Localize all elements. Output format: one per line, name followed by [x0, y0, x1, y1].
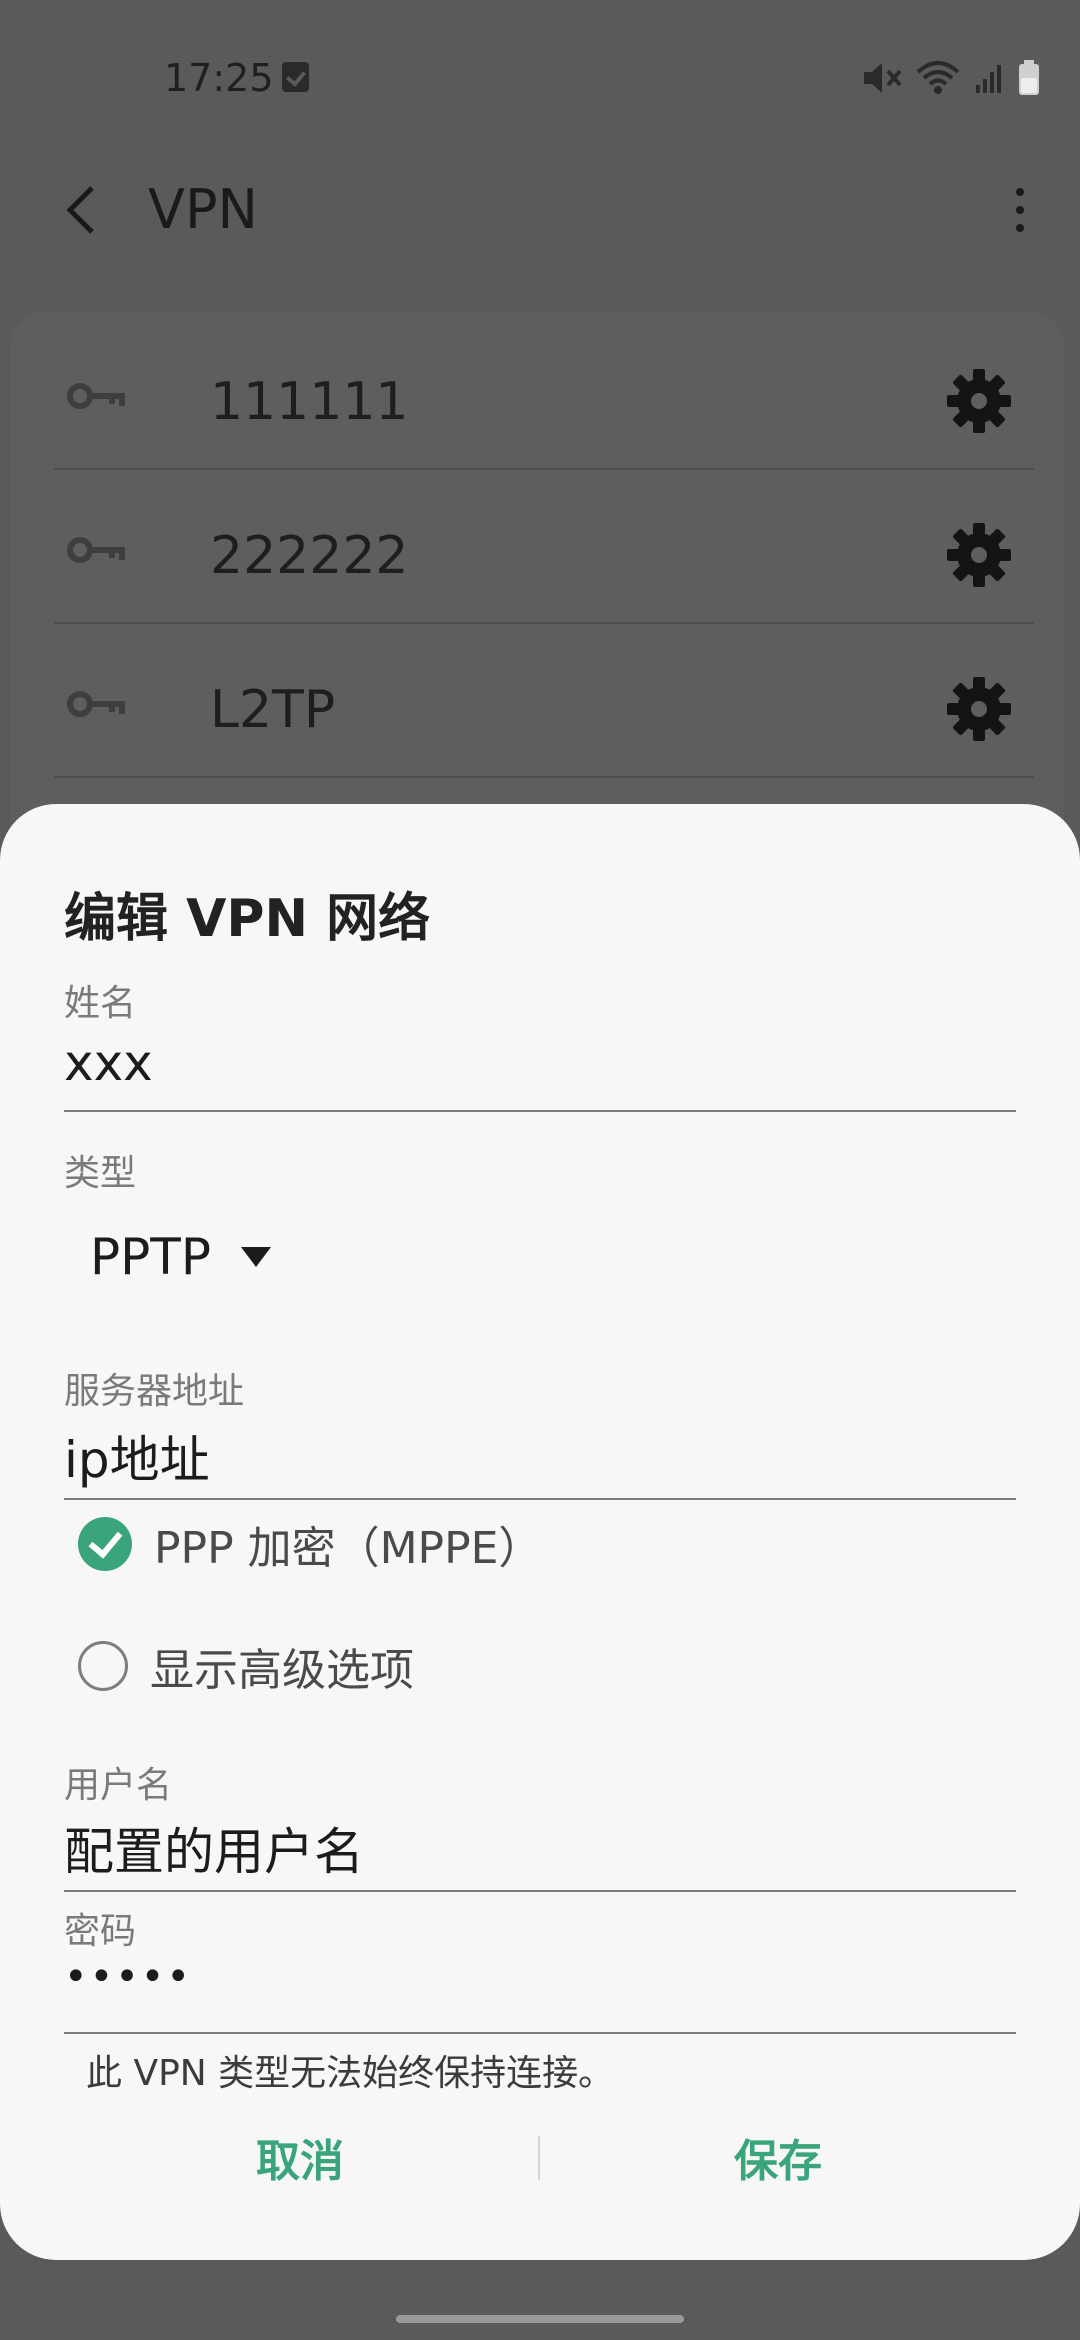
type-label: 类型	[64, 1153, 137, 1194]
vpn-list: 111111 222222 L2TP	[10, 312, 1064, 872]
status-icons	[862, 60, 1040, 100]
vpn-item[interactable]: 222222	[10, 478, 1064, 630]
type-dropdown[interactable]: PPTP	[90, 1222, 271, 1292]
checkbox-notification-icon	[282, 62, 309, 92]
unchecked-circle-icon	[78, 1641, 128, 1691]
divider	[54, 776, 1034, 778]
battery-icon	[1018, 60, 1040, 100]
show-advanced-checkbox[interactable]: 显示高级选项	[78, 1636, 414, 1696]
dialog-title: 编辑 VPN 网络	[64, 889, 431, 949]
more-vertical-icon	[1016, 188, 1024, 196]
key-icon	[67, 383, 125, 409]
signal-icon	[974, 61, 1004, 99]
ppp-encryption-checkbox[interactable]: PPP 加密（MPPE）	[78, 1514, 542, 1574]
password-underline	[64, 2032, 1016, 2034]
username-field[interactable]: 配置的用户名	[64, 1812, 364, 1884]
divider	[54, 468, 1034, 470]
show-advanced-label: 显示高级选项	[150, 1645, 414, 1696]
username-label: 用户名	[64, 1765, 173, 1806]
server-address-field[interactable]: ip地址	[64, 1420, 210, 1492]
mute-icon	[862, 61, 902, 99]
name-field[interactable]: xxx	[64, 1034, 153, 1092]
key-icon	[67, 691, 125, 717]
cancel-button[interactable]: 取消	[120, 2122, 480, 2202]
name-underline	[64, 1110, 1016, 1112]
more-options-button[interactable]	[1000, 180, 1040, 240]
page-title: VPN	[148, 178, 258, 241]
divider	[54, 622, 1034, 624]
dropdown-arrow-icon	[241, 1247, 271, 1267]
vpn-item[interactable]: 111111	[10, 324, 1064, 476]
name-label: 姓名	[64, 983, 137, 1024]
checked-circle-icon	[78, 1517, 132, 1571]
vpn-item-label: L2TP	[210, 680, 336, 740]
server-underline	[64, 1498, 1016, 1500]
back-button[interactable]	[56, 180, 116, 240]
type-dropdown-value: PPTP	[90, 1228, 211, 1286]
key-icon	[67, 537, 125, 563]
status-time: 17:25	[164, 56, 274, 100]
gear-icon[interactable]	[944, 520, 1014, 590]
wifi-icon	[916, 60, 960, 100]
always-on-note: 此 VPN 类型无法始终保持连接。	[86, 2053, 615, 2094]
chevron-left-icon	[66, 186, 94, 234]
more-dot	[1016, 224, 1024, 232]
vpn-item-label: 222222	[210, 526, 409, 586]
vpn-item-label: 111111	[210, 372, 409, 432]
gesture-nav-handle[interactable]	[396, 2315, 684, 2323]
gear-icon[interactable]	[944, 366, 1014, 436]
username-underline	[64, 1890, 1016, 1892]
vpn-item[interactable]: L2TP	[10, 632, 1064, 784]
server-label: 服务器地址	[64, 1371, 245, 1412]
more-dot	[1016, 206, 1024, 214]
ppp-encryption-label: PPP 加密（MPPE）	[154, 1523, 543, 1574]
password-field[interactable]: •••••	[64, 1954, 192, 2000]
gear-icon[interactable]	[944, 674, 1014, 744]
password-label: 密码	[64, 1911, 137, 1952]
save-button[interactable]: 保存	[598, 2122, 958, 2202]
button-divider	[538, 2136, 540, 2180]
